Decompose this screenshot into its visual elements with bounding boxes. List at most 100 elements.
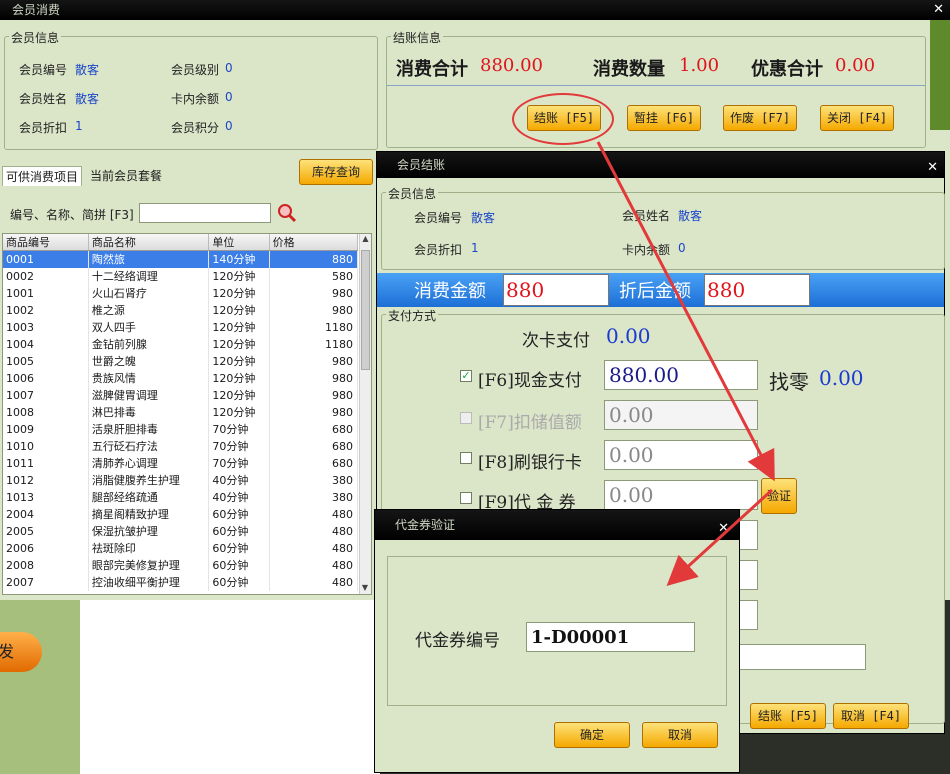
cell-name: 火山石肾疗 [88, 284, 210, 302]
table-row[interactable]: 1003 双人四手 120分钟 1180 [3, 318, 359, 336]
checkout-member-discount-value: 1 [471, 241, 479, 255]
tab-available[interactable]: 可供消费项目 [2, 166, 82, 186]
table-row[interactable]: 1008 淋巴排毒 120分钟 980 [3, 403, 359, 421]
column-header-name[interactable]: 商品名称 [88, 234, 210, 251]
table-scrollbar[interactable]: ▲ ▼ [359, 234, 371, 594]
search-icon[interactable] [277, 203, 297, 223]
checkout-window-title: 会员结账 [397, 158, 446, 172]
checkout-divider [387, 85, 925, 86]
lower-white-area [80, 600, 380, 774]
total-label: 消费合计 [396, 59, 468, 80]
table-row[interactable]: 1007 滋脾健胃调理 120分钟 980 [3, 386, 359, 404]
cash-input[interactable] [604, 360, 758, 390]
member-balance-value: 0 [225, 90, 233, 104]
cell-name: 活泉肝胆排毒 [88, 420, 210, 438]
verify-button[interactable]: 验证 [761, 478, 797, 514]
stored-value-input [604, 400, 758, 430]
cell-name: 消脂健腹养生护理 [88, 471, 210, 489]
cell-code: 1004 [3, 335, 89, 353]
cell-code: 0002 [3, 267, 89, 285]
cell-unit: 120分钟 [208, 318, 270, 336]
cell-name: 淋巴排毒 [88, 403, 210, 421]
cell-price: 680 [269, 420, 359, 438]
table-row[interactable]: 2004 摘星阁精致护理 60分钟 480 [3, 505, 359, 523]
cell-unit: 60分钟 [208, 573, 270, 591]
table-row[interactable]: 2006 祛斑除印 60分钟 480 [3, 539, 359, 557]
close-button[interactable]: 关闭 [F4] [820, 105, 894, 131]
table-row[interactable]: 0001 陶然旅 140分钟 880 [3, 250, 359, 268]
table-row[interactable]: 1002 椎之源 120分钟 980 [3, 301, 359, 319]
table-row[interactable]: 0002 十二经络调理 120分钟 580 [3, 267, 359, 285]
main-window-title: 会员消费 [12, 3, 61, 17]
table-row[interactable]: 2007 控油收细平衡护理 60分钟 480 [3, 573, 359, 591]
cell-name: 椎之源 [88, 301, 210, 319]
cell-name: 贵族风情 [88, 369, 210, 387]
table-row[interactable]: 1004 金钻前列腺 120分钟 1180 [3, 335, 359, 353]
cell-price: 980 [269, 301, 359, 319]
cell-unit: 120分钟 [208, 301, 270, 319]
table-row[interactable]: 2005 保湿抗皱护理 60分钟 480 [3, 522, 359, 540]
table-row[interactable]: 1005 世爵之魄 120分钟 980 [3, 352, 359, 370]
cell-code: 1008 [3, 403, 89, 421]
qty-value: 1.00 [679, 55, 720, 76]
search-input[interactable] [139, 203, 271, 223]
table-row[interactable]: 1013 腿部经络疏通 40分钟 380 [3, 488, 359, 506]
bank-card-checkbox[interactable] [460, 452, 472, 464]
scroll-up-icon[interactable]: ▲ [360, 234, 371, 248]
bank-card-input[interactable] [604, 440, 758, 470]
void-button[interactable]: 作废 [F7] [723, 105, 797, 131]
checkout-member-id-label: 会员编号 [414, 211, 463, 225]
cell-price: 480 [269, 539, 359, 557]
cell-name: 腿部经络疏通 [88, 488, 210, 506]
voucher-code-input[interactable] [526, 622, 695, 652]
member-info-title: 会员信息 [9, 29, 62, 46]
checkout-member-balance-label: 卡内余额 [622, 243, 671, 257]
side-orange-button[interactable]: 发 [0, 632, 42, 672]
stock-query-button[interactable]: 库存查询 [299, 159, 373, 185]
table-row[interactable]: 1001 火山石肾疗 120分钟 980 [3, 284, 359, 302]
right-edge [930, 20, 950, 130]
voucher-confirm-button[interactable]: 确定 [554, 722, 630, 748]
cell-price: 1180 [269, 318, 359, 336]
cell-unit: 120分钟 [208, 369, 270, 387]
times-card-label: 次卡支付 [522, 331, 590, 351]
table-row[interactable]: 2008 眼部完美修复护理 60分钟 480 [3, 556, 359, 574]
cash-checkbox[interactable]: ✓ [460, 370, 472, 382]
checkout-member-name-label: 会员姓名 [622, 209, 671, 223]
hold-button[interactable]: 暂挂 [F6] [627, 105, 701, 131]
table-row[interactable]: 1006 贵族风情 120分钟 980 [3, 369, 359, 387]
voucher-checkbox[interactable] [460, 492, 472, 504]
table-row[interactable]: 1011 清肺养心调理 70分钟 680 [3, 454, 359, 472]
cell-name: 眼部完美修复护理 [88, 556, 210, 574]
cell-code: 1011 [3, 454, 89, 472]
checkout-confirm-button[interactable]: 结账 [F5] [750, 703, 826, 729]
cell-unit: 60分钟 [208, 505, 270, 523]
cell-price: 980 [269, 403, 359, 421]
cell-code: 1010 [3, 437, 89, 455]
cell-unit: 70分钟 [208, 454, 270, 472]
column-header-price[interactable]: 价格 [269, 234, 359, 251]
cell-unit: 60分钟 [208, 522, 270, 540]
table-row[interactable]: 1009 活泉肝胆排毒 70分钟 680 [3, 420, 359, 438]
cell-price: 480 [269, 505, 359, 523]
voucher-input[interactable] [604, 480, 758, 510]
close-icon[interactable]: ✕ [933, 0, 944, 20]
cell-name: 双人四手 [88, 318, 210, 336]
member-balance-label: 卡内余额 [171, 92, 220, 106]
cell-name: 十二经络调理 [88, 267, 210, 285]
column-header-code[interactable]: 商品编号 [3, 234, 89, 251]
scrollbar-thumb[interactable] [361, 250, 370, 370]
table-row[interactable]: 1012 消脂健腹养生护理 40分钟 380 [3, 471, 359, 489]
column-header-unit[interactable]: 单位 [208, 234, 270, 251]
voucher-cancel-button[interactable]: 取消 [642, 722, 718, 748]
note-input[interactable] [722, 644, 866, 670]
after-discount-label: 折后金额 [619, 281, 691, 302]
cell-code: 2005 [3, 522, 89, 540]
cell-price: 1180 [269, 335, 359, 353]
scroll-down-icon[interactable]: ▼ [360, 583, 370, 592]
tab-packages[interactable]: 当前会员套餐 [86, 166, 166, 186]
table-row[interactable]: 1010 五行砭石疗法 70分钟 680 [3, 437, 359, 455]
change-value: 0.00 [819, 366, 864, 390]
checkout-cancel-button[interactable]: 取消 [F4] [833, 703, 909, 729]
cell-code: 1002 [3, 301, 89, 319]
